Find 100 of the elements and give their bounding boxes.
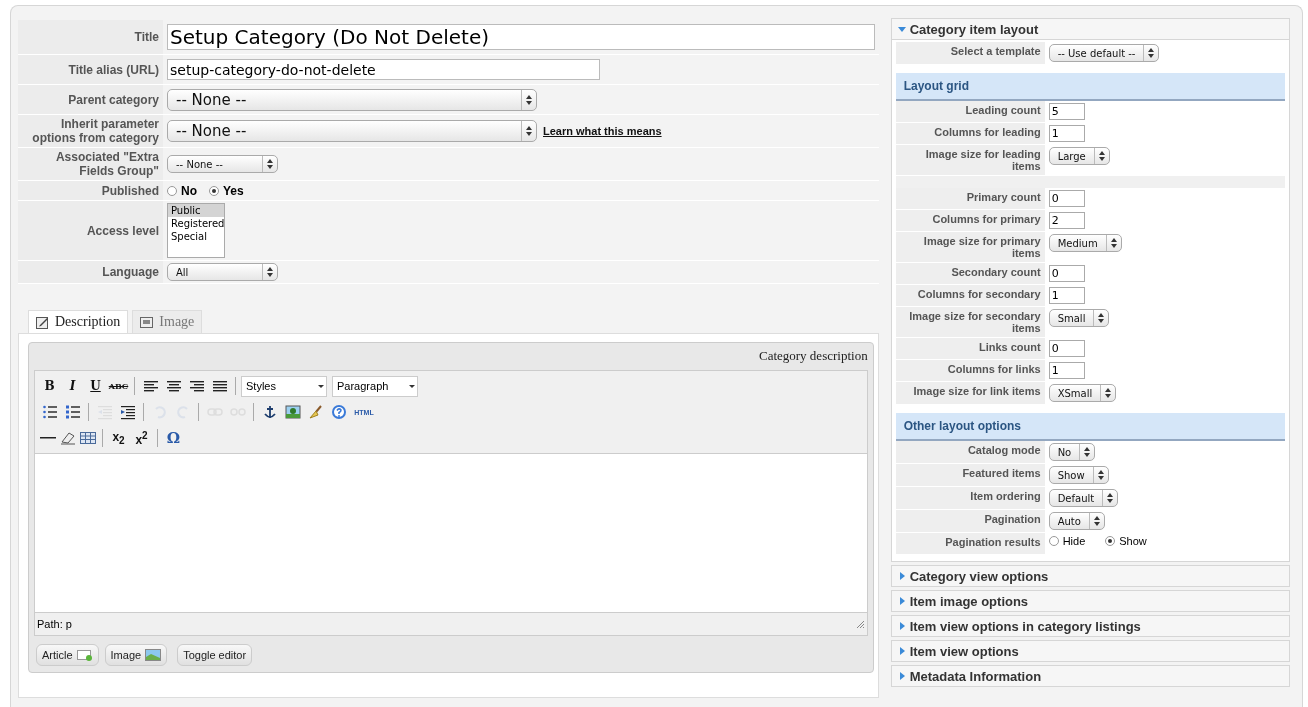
image-icon[interactable] — [284, 404, 301, 420]
radio-label: Show — [1119, 535, 1147, 547]
field-label: Associated "Extra Fields Group" — [18, 148, 163, 180]
option-label: Image size for secondary items — [895, 307, 1045, 337]
select-field[interactable]: XSmall — [1048, 384, 1117, 402]
select-field[interactable]: Auto — [1048, 512, 1105, 530]
option-label: Item ordering — [895, 487, 1045, 509]
format-button[interactable]: ABC — [108, 376, 129, 396]
edit-icon — [36, 315, 49, 329]
bullet-list-icon[interactable] — [41, 404, 58, 420]
select-field[interactable]: All — [167, 263, 278, 281]
number-field[interactable]: 0 — [1048, 190, 1085, 207]
option-label: Image size for leading items — [895, 145, 1045, 175]
panel-header[interactable]: Metadata Information — [890, 665, 1290, 687]
field-label: Title — [18, 20, 163, 54]
panel-header[interactable]: Category view options — [890, 565, 1290, 587]
updown-arrows-icon — [267, 267, 273, 277]
special-character-button[interactable]: Ω — [163, 428, 184, 448]
editor-button[interactable]: Article — [36, 644, 99, 666]
panel-header[interactable]: Item view options — [890, 640, 1290, 662]
superscript-button[interactable]: x$^{2}$ — [131, 428, 152, 448]
list-option[interactable]: Public — [168, 204, 224, 217]
select-field[interactable]: Default — [1048, 489, 1119, 507]
radio-button[interactable] — [1048, 536, 1059, 546]
document-plus-icon — [76, 649, 93, 661]
caret-icon — [409, 384, 415, 388]
updown-arrows-icon — [1093, 516, 1100, 526]
field-label: Language — [18, 261, 163, 283]
format-button[interactable]: U — [85, 376, 106, 396]
radio-button[interactable] — [209, 185, 219, 196]
select-field[interactable]: Medium — [1048, 234, 1122, 252]
help-link[interactable]: Learn what this means — [543, 125, 662, 137]
help-icon[interactable] — [330, 404, 347, 420]
access-listbox[interactable]: Public Registered Special — [167, 203, 225, 258]
radio-label: No — [181, 183, 197, 198]
panel-header[interactable]: Item image options — [890, 590, 1290, 612]
radio-label: Yes — [223, 183, 244, 198]
select-field[interactable]: -- None -- — [167, 155, 278, 173]
field-label: Published — [18, 181, 163, 200]
select-field[interactable]: Large — [1048, 147, 1110, 165]
option-label: Featured items — [895, 464, 1045, 486]
panel-header[interactable]: Item view options in category listings — [890, 615, 1290, 637]
section-heading: Other layout options — [895, 413, 1285, 441]
number-field[interactable]: 5 — [1048, 103, 1085, 120]
radio-button[interactable] — [1105, 536, 1116, 546]
broom-icon[interactable] — [307, 404, 324, 420]
option-label: Catalog mode — [895, 441, 1045, 463]
field-label: Title alias (URL) — [18, 55, 163, 84]
option-label: Image size for link items — [895, 382, 1045, 404]
number-field[interactable]: 1 — [1048, 125, 1085, 142]
resize-grip-icon[interactable] — [854, 619, 865, 629]
title-field[interactable]: Setup Category (Do Not Delete) — [167, 24, 875, 50]
updown-arrows-icon — [1098, 151, 1105, 161]
select-field[interactable]: -- None -- — [167, 120, 537, 142]
number-field[interactable]: 0 — [1048, 265, 1085, 282]
updown-arrows-icon — [1097, 470, 1104, 480]
editor-button[interactable]: Image — [104, 644, 168, 666]
number-field[interactable]: 2 — [1048, 212, 1085, 229]
tab[interactable]: Description — [28, 310, 129, 334]
option-label: Columns for secondary — [895, 285, 1045, 306]
table-icon[interactable] — [79, 430, 97, 446]
select-field[interactable]: No — [1048, 443, 1096, 461]
number-field[interactable]: 1 — [1048, 287, 1085, 304]
anchor-icon[interactable] — [261, 404, 278, 420]
align-icon[interactable] — [211, 378, 228, 394]
alias-field[interactable]: setup-category-do-not-delete — [167, 59, 600, 80]
align-icon[interactable] — [165, 378, 182, 394]
select-field[interactable]: -- Use default -- — [1048, 44, 1160, 62]
tab[interactable]: Image — [132, 310, 203, 334]
radio-button[interactable] — [167, 185, 177, 196]
select-field[interactable]: Show — [1048, 466, 1109, 484]
numbered-list-icon[interactable] — [64, 404, 81, 420]
field-label: Parent category — [18, 85, 163, 114]
element-path: Path: p — [37, 618, 72, 630]
editor-button[interactable]: Toggle editor — [177, 644, 253, 666]
panel-header[interactable]: Category item layout — [890, 18, 1290, 40]
list-option[interactable]: Registered — [168, 217, 224, 230]
select-field[interactable]: -- None -- — [167, 88, 537, 111]
styles-dropdown[interactable]: Styles — [241, 375, 327, 397]
format-button[interactable]: B — [39, 376, 60, 396]
align-icon[interactable] — [142, 378, 159, 394]
number-field[interactable]: 1 — [1048, 362, 1085, 379]
updown-arrows-icon — [1107, 493, 1114, 503]
field-label: Access level — [18, 201, 163, 260]
option-label: Secondary count — [895, 263, 1045, 284]
option-label: Pagination results — [895, 533, 1045, 554]
subscript-button[interactable]: x$_{2}$ — [108, 428, 129, 448]
indent-icon[interactable] — [119, 404, 136, 420]
option-label: Primary count — [895, 188, 1045, 209]
option-label: Leading count — [895, 101, 1045, 122]
align-icon[interactable] — [188, 378, 205, 394]
eraser-icon[interactable] — [59, 430, 77, 446]
picture-icon — [145, 649, 162, 661]
format-button[interactable]: I — [62, 376, 83, 396]
select-field[interactable]: Small — [1048, 309, 1110, 327]
option-label: Columns for primary — [895, 210, 1045, 231]
format-dropdown[interactable]: Paragraph — [332, 375, 418, 397]
updown-arrows-icon — [1148, 48, 1155, 58]
updown-arrows-icon — [1105, 388, 1112, 398]
number-field[interactable]: 0 — [1048, 340, 1085, 357]
